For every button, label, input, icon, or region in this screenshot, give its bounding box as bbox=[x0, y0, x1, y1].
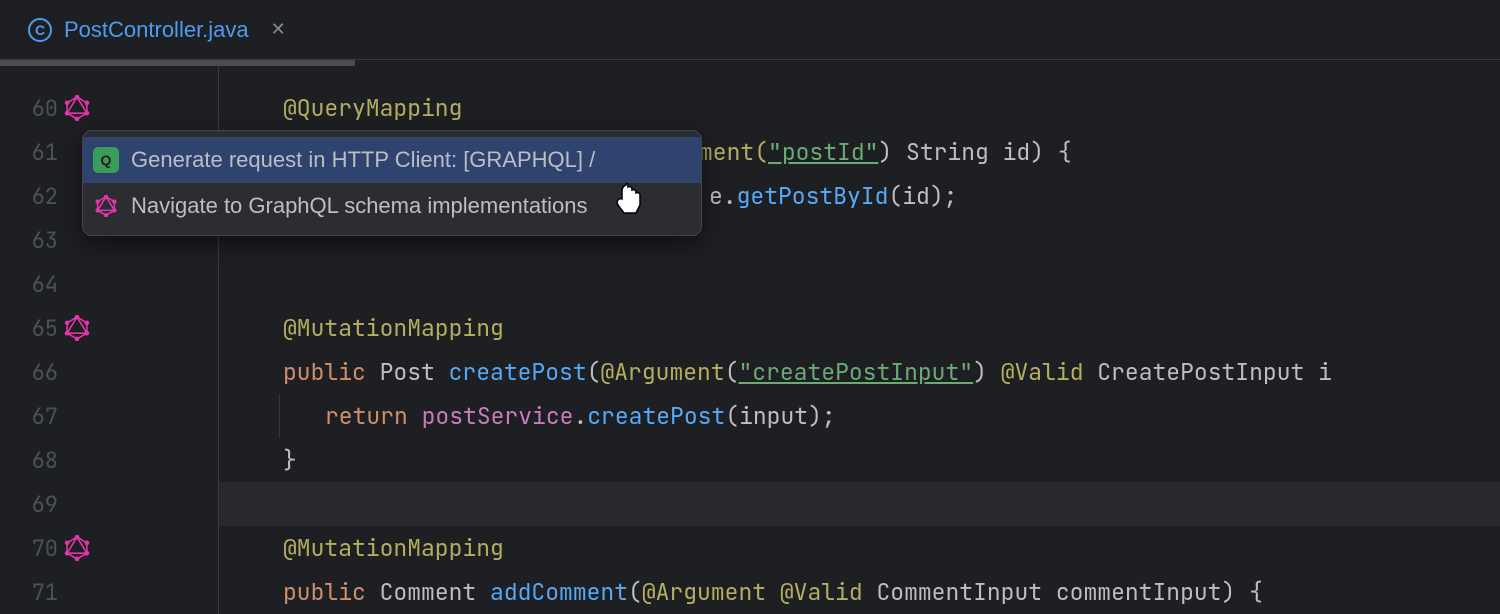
editor-tabs: C PostController.java ✕ bbox=[0, 0, 1500, 60]
gutter-line[interactable]: 64 bbox=[0, 262, 218, 306]
code-line: public Post createPost(@Argument("create… bbox=[219, 350, 1500, 394]
gutter-line[interactable]: 68 bbox=[0, 438, 218, 482]
code-line: @QueryMapping bbox=[219, 86, 1500, 130]
line-number: 64 bbox=[0, 270, 58, 299]
line-number: 65 bbox=[0, 314, 58, 343]
line-number: 67 bbox=[0, 402, 58, 431]
gutter-line[interactable]: 60 bbox=[0, 86, 218, 130]
graphql-icon[interactable] bbox=[62, 313, 92, 343]
popup-item-navigate-schema[interactable]: Navigate to GraphQL schema implementatio… bbox=[83, 183, 701, 229]
line-number: 61 bbox=[0, 138, 58, 167]
code-line: @MutationMapping bbox=[219, 306, 1500, 350]
line-number: 62 bbox=[0, 182, 58, 211]
gutter-line[interactable]: 69 bbox=[0, 482, 218, 526]
code-line bbox=[219, 262, 1500, 306]
line-number: 66 bbox=[0, 358, 58, 387]
gutter-line[interactable]: 70 bbox=[0, 526, 218, 570]
line-number: 60 bbox=[0, 94, 58, 123]
line-number: 63 bbox=[0, 226, 58, 255]
graphql-icon[interactable] bbox=[62, 93, 92, 123]
java-class-icon: C bbox=[28, 18, 52, 42]
popup-item-generate-http-request[interactable]: Q Generate request in HTTP Client: [GRAP… bbox=[83, 137, 701, 183]
file-tab[interactable]: C PostController.java ✕ bbox=[14, 0, 300, 59]
gutter-line[interactable]: 66 bbox=[0, 350, 218, 394]
gutter-line[interactable]: 71 bbox=[0, 570, 218, 614]
popup-item-label: Navigate to GraphQL schema implementatio… bbox=[131, 193, 588, 219]
line-number: 71 bbox=[0, 578, 58, 607]
code-line: public Comment addComment(@Argument @Val… bbox=[219, 570, 1500, 614]
intention-actions-popup: Q Generate request in HTTP Client: [GRAP… bbox=[82, 130, 702, 236]
close-icon[interactable]: ✕ bbox=[271, 19, 286, 40]
code-line-current bbox=[219, 482, 1500, 526]
graphql-icon bbox=[93, 193, 119, 219]
code-line: } bbox=[219, 438, 1500, 482]
line-number: 69 bbox=[0, 490, 58, 519]
code-line: return postService.createPost(input); bbox=[219, 394, 1500, 438]
graphql-icon[interactable] bbox=[62, 533, 92, 563]
gutter-line[interactable]: 65 bbox=[0, 306, 218, 350]
line-number: 68 bbox=[0, 446, 58, 475]
popup-item-label: Generate request in HTTP Client: [GRAPHQ… bbox=[131, 147, 595, 173]
http-client-icon: Q bbox=[93, 147, 119, 173]
tab-filename: PostController.java bbox=[64, 17, 249, 43]
gutter-line[interactable]: 67 bbox=[0, 394, 218, 438]
line-number: 70 bbox=[0, 534, 58, 563]
code-line: @MutationMapping bbox=[219, 526, 1500, 570]
